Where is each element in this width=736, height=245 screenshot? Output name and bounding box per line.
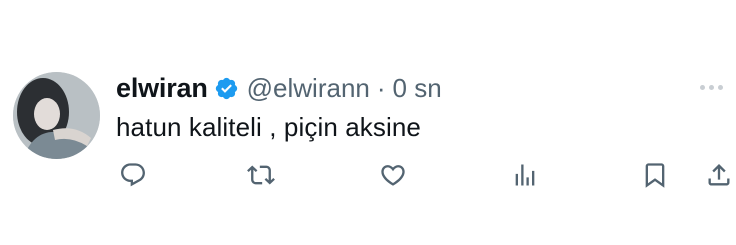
views-icon[interactable] bbox=[510, 160, 540, 190]
tweet-header: elwiran @elwirann · 0 sn bbox=[116, 70, 442, 106]
share-icon[interactable] bbox=[704, 160, 734, 190]
verified-badge-icon bbox=[214, 76, 239, 101]
bookmark-icon[interactable] bbox=[640, 160, 670, 190]
timestamp[interactable]: 0 sn bbox=[393, 73, 442, 104]
retweet-icon[interactable] bbox=[246, 160, 276, 190]
separator-dot: · bbox=[376, 72, 386, 103]
more-dots-icon[interactable] bbox=[700, 82, 734, 92]
user-handle[interactable]: @elwirann bbox=[247, 73, 370, 104]
reply-icon[interactable] bbox=[118, 160, 148, 190]
tweet-card[interactable]: elwiran @elwirann · 0 sn hatun kaliteli … bbox=[0, 0, 736, 245]
display-name[interactable]: elwiran bbox=[116, 73, 208, 104]
tweet-text: hatun kaliteli , piçin aksine bbox=[116, 112, 421, 142]
heart-icon[interactable] bbox=[378, 160, 408, 190]
avatar[interactable] bbox=[13, 72, 100, 159]
